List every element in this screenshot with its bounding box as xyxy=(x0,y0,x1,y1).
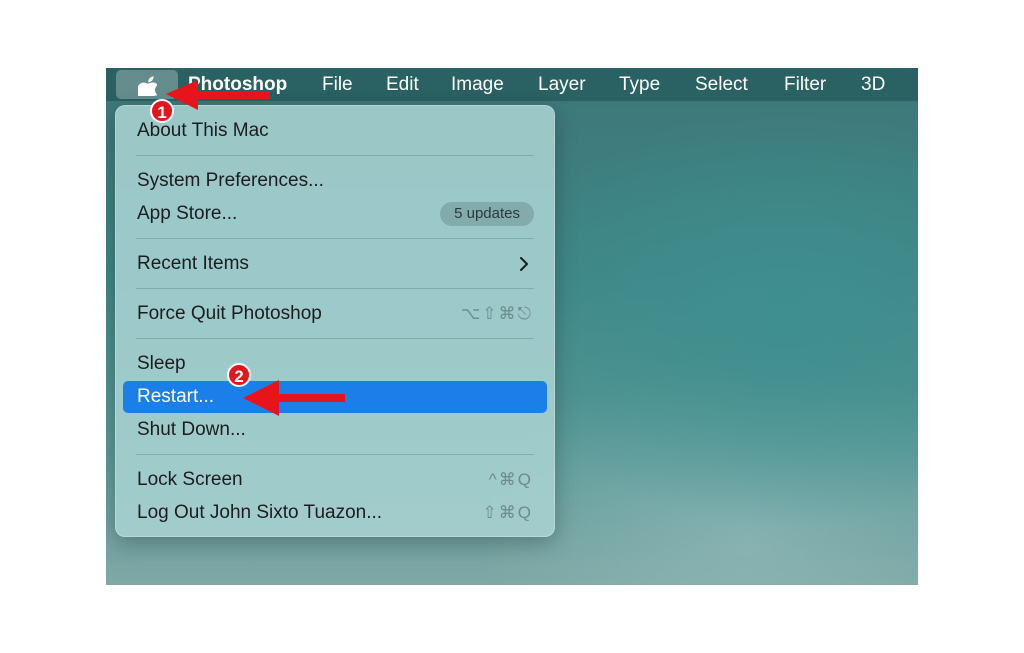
red-arrow-icon xyxy=(243,380,345,416)
chevron-right-icon xyxy=(520,257,528,271)
menu-type[interactable]: Type xyxy=(619,68,660,101)
menu-item-label: Lock Screen xyxy=(137,469,243,490)
menu-item-label: Sleep xyxy=(137,353,186,374)
keyboard-shortcut: ⇧⌘Q xyxy=(482,503,533,522)
menu-3d[interactable]: 3D xyxy=(861,68,885,101)
red-arrow-icon xyxy=(166,80,270,110)
apple-menu-dropdown: About This Mac System Preferences... App… xyxy=(115,105,555,537)
menu-item-about-this-mac[interactable]: About This Mac xyxy=(123,115,547,147)
menu-layer[interactable]: Layer xyxy=(538,68,586,101)
step-number-badge: 2 xyxy=(227,363,251,387)
menu-item-label: Recent Items xyxy=(137,253,249,274)
menu-select[interactable]: Select xyxy=(695,68,748,101)
menu-separator xyxy=(136,338,534,339)
menu-edit[interactable]: Edit xyxy=(386,68,419,101)
menu-item-system-preferences[interactable]: System Preferences... xyxy=(123,165,547,197)
step-number-badge: 1 xyxy=(150,99,174,123)
menu-item-log-out[interactable]: Log Out John Sixto Tuazon... ⇧⌘Q xyxy=(123,497,547,529)
menu-separator xyxy=(136,238,534,239)
menu-separator xyxy=(136,288,534,289)
menu-item-label: App Store... xyxy=(137,203,238,224)
menu-item-recent-items[interactable]: Recent Items xyxy=(123,248,547,280)
keyboard-shortcut: ⌥⇧⌘⎋ xyxy=(460,304,533,323)
menu-filter[interactable]: Filter xyxy=(784,68,826,101)
menu-item-lock-screen[interactable]: Lock Screen ^⌘Q xyxy=(123,464,547,496)
menu-file[interactable]: File xyxy=(322,68,353,101)
apple-logo-icon xyxy=(137,75,157,96)
menu-separator xyxy=(136,454,534,455)
menu-image[interactable]: Image xyxy=(451,68,504,101)
menu-item-label: Shut Down... xyxy=(137,419,246,440)
menu-item-label: System Preferences... xyxy=(137,170,324,191)
updates-badge: 5 updates xyxy=(440,202,534,226)
menu-item-label: Log Out John Sixto Tuazon... xyxy=(137,502,383,523)
desktop-screen: Photoshop File Edit Image Layer Type Sel… xyxy=(106,68,918,585)
menu-item-force-quit[interactable]: Force Quit Photoshop ⌥⇧⌘⎋ xyxy=(123,298,547,330)
menu-item-app-store[interactable]: App Store... 5 updates xyxy=(123,198,547,230)
keyboard-shortcut: ^⌘Q xyxy=(488,470,533,489)
menu-item-label: Force Quit Photoshop xyxy=(137,303,322,324)
menu-item-label: Restart... xyxy=(137,386,215,407)
menu-separator xyxy=(136,155,534,156)
